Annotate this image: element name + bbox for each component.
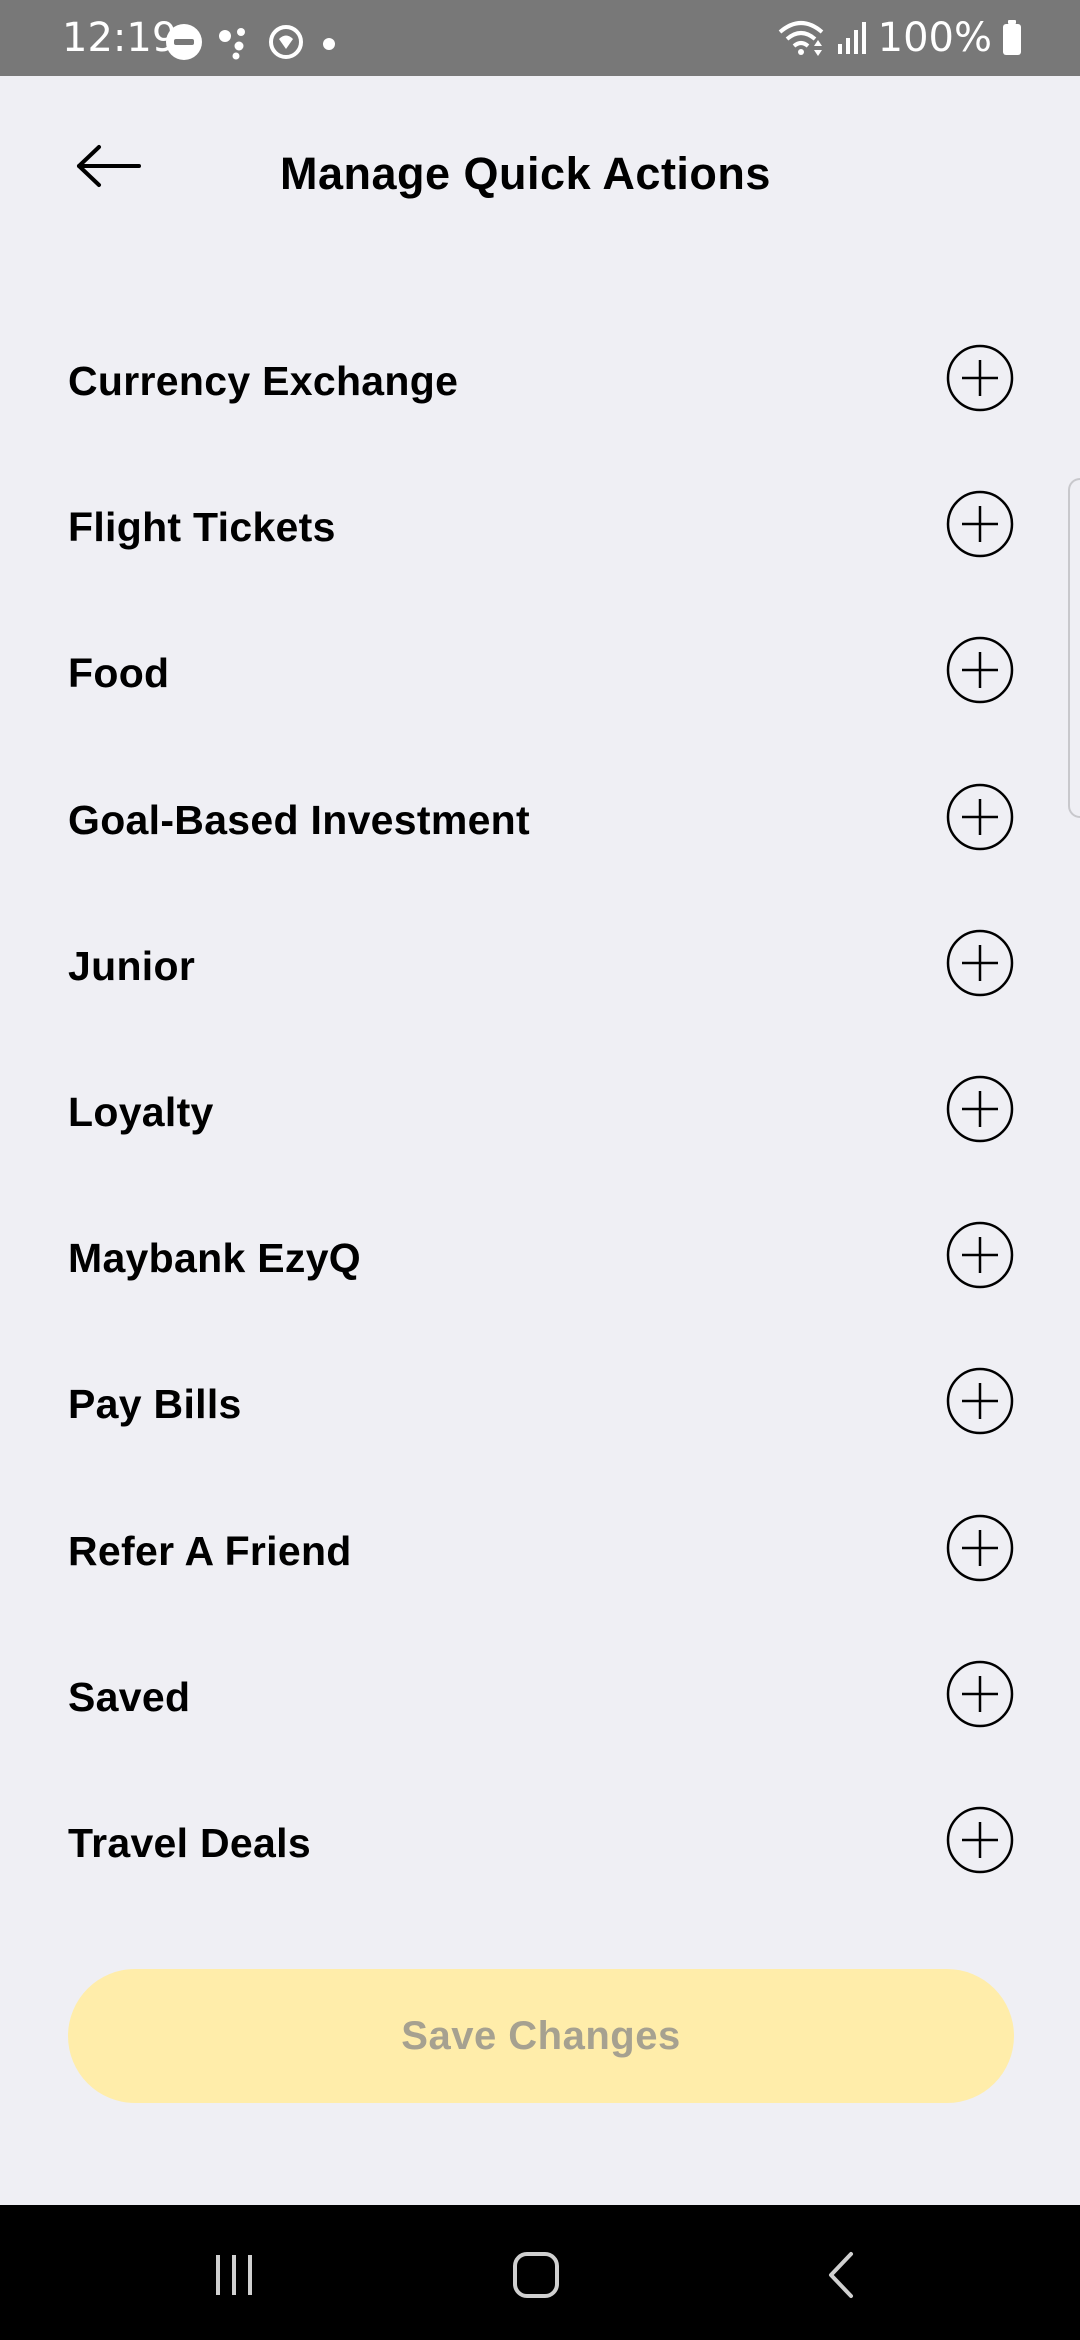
wifi-icon [778, 21, 823, 56]
list-item-travel-deals: Travel Deals [0, 1768, 1080, 1914]
battery-icon [1003, 20, 1021, 55]
signal-icon [837, 22, 866, 54]
battery-percentage: 100% [877, 15, 992, 61]
plus-circle-icon[interactable] [946, 1514, 1014, 1582]
smart-life-icon [269, 25, 303, 59]
action-label: Flight Tickets [68, 504, 336, 551]
recent-apps-button[interactable] [174, 2235, 294, 2315]
quick-actions-list: Currency Exchange Flight Tickets Food Go… [0, 306, 1080, 1914]
action-label: Food [68, 650, 170, 697]
action-label: Travel Deals [68, 1819, 311, 1866]
plus-circle-icon[interactable] [946, 929, 1014, 997]
plus-circle-icon[interactable] [946, 783, 1014, 851]
list-item-pay-bills: Pay Bills [0, 1329, 1080, 1475]
plus-circle-icon[interactable] [946, 1221, 1014, 1289]
assistant-dots-icon [219, 28, 245, 60]
plus-circle-icon[interactable] [946, 1660, 1014, 1728]
save-changes-button[interactable]: Save Changes [68, 1969, 1014, 2103]
home-icon [513, 2252, 559, 2298]
header: Manage Quick Actions [0, 76, 1080, 276]
list-item-goal-based-investment: Goal-Based Investment [0, 745, 1080, 891]
back-icon [829, 2252, 853, 2298]
scroll-indicator[interactable] [1068, 478, 1080, 818]
status-time: 12:19 [62, 15, 178, 61]
navigation-bar [0, 2205, 1080, 2340]
plus-circle-icon[interactable] [946, 1075, 1014, 1143]
list-item-junior: Junior [0, 891, 1080, 1037]
list-item-refer-a-friend: Refer A Friend [0, 1476, 1080, 1622]
plus-circle-icon[interactable] [946, 1367, 1014, 1435]
save-changes-label: Save Changes [401, 2013, 681, 2058]
list-item-loyalty: Loyalty [0, 1037, 1080, 1183]
plus-circle-icon[interactable] [946, 1806, 1014, 1874]
action-label: Maybank EzyQ [68, 1235, 361, 1282]
action-label: Goal-Based Investment [68, 796, 530, 843]
list-item-flight-tickets: Flight Tickets [0, 452, 1080, 598]
action-label: Currency Exchange [68, 358, 459, 404]
status-bar: 12:19 100% [0, 0, 1080, 76]
action-label: Loyalty [68, 1088, 214, 1135]
recent-apps-icon [216, 2255, 252, 2295]
system-back-button[interactable] [780, 2235, 900, 2315]
list-item-currency-exchange: Currency Exchange [0, 306, 1080, 452]
action-label: Pay Bills [68, 1381, 242, 1428]
action-label: Saved [68, 1673, 191, 1720]
page-title: Manage Quick Actions [280, 148, 771, 199]
status-notification-icons [165, 22, 339, 62]
list-item-food: Food [0, 598, 1080, 744]
action-label: Junior [68, 942, 196, 989]
list-item-saved: Saved [0, 1622, 1080, 1768]
notification-dot-icon [323, 38, 335, 50]
plus-circle-icon[interactable] [946, 490, 1014, 558]
action-label: Refer A Friend [68, 1527, 352, 1574]
list-item-maybank-ezyq: Maybank EzyQ [0, 1183, 1080, 1329]
plus-circle-icon[interactable] [946, 344, 1014, 412]
back-button[interactable] [60, 130, 156, 202]
plus-circle-icon[interactable] [946, 636, 1014, 704]
status-system-icons: 100% [776, 16, 1022, 60]
arrow-left-icon [77, 145, 141, 187]
do-not-disturb-icon [166, 24, 202, 60]
home-button[interactable] [476, 2235, 596, 2315]
